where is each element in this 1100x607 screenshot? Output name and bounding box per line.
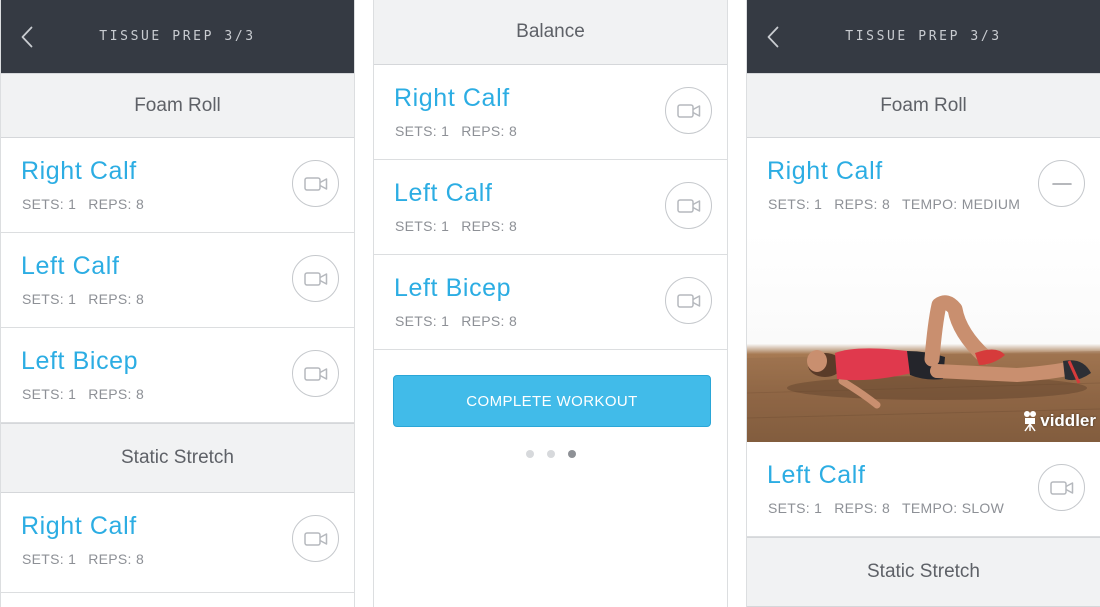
header-bar: TISSUE PREP 3/3 <box>1 0 354 73</box>
exercise-name: Left Calf <box>394 179 493 207</box>
tempo-label: TEMPO: MEDIUM <box>902 196 1021 212</box>
reps-label: REPS: 8 <box>88 551 145 567</box>
video-camera-icon <box>1049 480 1073 495</box>
reps-label: REPS: 8 <box>88 291 145 307</box>
minus-icon <box>1051 182 1072 185</box>
exercise-name: Right Calf <box>394 84 510 112</box>
page-indicator <box>374 450 727 460</box>
reps-label: REPS: 8 <box>461 123 518 139</box>
exercise-row-left-calf[interactable]: Left Calf SETS: 1 REPS: 8 <box>1 233 354 328</box>
screen-balance-complete: Balance Right Calf SETS: 1 REPS: 8 Left C… <box>373 0 728 607</box>
reps-label: REPS: 8 <box>88 196 145 212</box>
section-header-static-stretch: Static Stretch <box>1 423 354 493</box>
exercise-name: Left Calf <box>21 252 120 280</box>
play-video-button[interactable] <box>665 277 712 324</box>
play-video-button[interactable] <box>292 255 339 302</box>
watermark-text: viddler <box>1040 411 1096 430</box>
exercise-meta: SETS: 1 REPS: 8 TEMPO: SLOW <box>768 500 1004 516</box>
play-video-button[interactable] <box>1038 464 1085 511</box>
sets-label: SETS: 1 <box>395 218 450 234</box>
exercise-name: Right Calf <box>21 512 137 540</box>
section-header-foam-roll: Foam Roll <box>1 73 354 138</box>
collapse-video-button[interactable] <box>1038 160 1085 207</box>
tempo-label: TEMPO: SLOW <box>902 500 1005 516</box>
screen-tissue-prep-list: TISSUE PREP 3/3 Foam Roll Right Calf SET… <box>0 0 355 607</box>
exercise-row-right-calf-expanded[interactable]: Right Calf SETS: 1 REPS: 8 TEMPO: MEDIUM <box>747 138 1100 233</box>
exercise-name: Left Calf <box>767 461 866 489</box>
section-header-static-stretch: Static Stretch <box>747 537 1100 607</box>
exercise-row-left-calf[interactable]: Left Calf SETS: 1 REPS: 8 TEMPO: SLOW <box>747 442 1100 537</box>
exercise-row-left-calf[interactable]: Left Calf SETS: 1 REPS: 8 <box>374 160 727 255</box>
screen-tissue-prep-expanded: TISSUE PREP 3/3 Foam Roll Right Calf SET… <box>746 0 1100 607</box>
exercise-row-right-calf[interactable]: Right Calf SETS: 1 REPS: 8 <box>1 138 354 233</box>
sets-label: SETS: 1 <box>395 123 450 139</box>
video-camera-icon <box>303 531 327 546</box>
exercise-row-left-bicep[interactable]: Left Bicep SETS: 1 REPS: 8 <box>1 328 354 423</box>
section-header-balance: Balance <box>374 0 727 65</box>
page-dot[interactable] <box>546 450 555 458</box>
video-camera-icon <box>303 366 327 381</box>
sets-label: SETS: 1 <box>22 551 77 567</box>
sets-label: SETS: 1 <box>768 500 823 516</box>
play-video-button[interactable] <box>665 182 712 229</box>
video-camera-icon <box>676 103 700 118</box>
exercise-video-player[interactable]: viddler <box>747 233 1100 442</box>
page-title: TISSUE PREP 3/3 <box>845 29 1002 44</box>
exercise-meta: SETS: 1 REPS: 8 TEMPO: MEDIUM <box>768 196 1020 212</box>
exercise-row-right-calf[interactable]: Right Calf SETS: 1 REPS: 8 <box>374 65 727 160</box>
video-camera-icon <box>676 293 700 308</box>
video-camera-icon <box>303 176 327 191</box>
exercise-meta: SETS: 1 REPS: 8 <box>22 551 144 567</box>
exercise-meta: SETS: 1 REPS: 8 <box>22 386 144 402</box>
exercise-meta: SETS: 1 REPS: 8 <box>22 196 144 212</box>
video-camera-icon <box>676 198 700 213</box>
exercise-name: Right Calf <box>21 157 137 185</box>
camera-tripod-icon <box>1024 411 1037 432</box>
sets-label: SETS: 1 <box>768 196 823 212</box>
sets-label: SETS: 1 <box>22 291 77 307</box>
play-video-button[interactable] <box>665 87 712 134</box>
exercise-name: Right Calf <box>767 157 883 185</box>
video-camera-icon <box>303 271 327 286</box>
exercise-meta: SETS: 1 REPS: 8 <box>395 313 517 329</box>
exercise-row-left-bicep[interactable]: Left Bicep SETS: 1 REPS: 8 <box>374 255 727 350</box>
sets-label: SETS: 1 <box>395 313 450 329</box>
reps-label: REPS: 8 <box>834 500 891 516</box>
exercise-name: Left Bicep <box>21 347 139 375</box>
exercise-row-right-calf[interactable]: Right Calf SETS: 1 REPS: 8 <box>1 493 354 593</box>
exercise-name: Left Bicep <box>394 274 512 302</box>
header-bar: TISSUE PREP 3/3 <box>747 0 1100 73</box>
sets-label: SETS: 1 <box>22 196 77 212</box>
video-watermark: viddler <box>1022 410 1096 432</box>
play-video-button[interactable] <box>292 160 339 207</box>
section-header-foam-roll: Foam Roll <box>747 73 1100 138</box>
play-video-button[interactable] <box>292 350 339 397</box>
reps-label: REPS: 8 <box>88 386 145 402</box>
exercise-meta: SETS: 1 REPS: 8 <box>395 123 517 139</box>
complete-workout-button[interactable]: COMPLETE WORKOUT <box>393 375 711 427</box>
play-video-button[interactable] <box>292 515 339 562</box>
reps-label: REPS: 8 <box>461 218 518 234</box>
reps-label: REPS: 8 <box>461 313 518 329</box>
page-dot-active[interactable] <box>567 450 576 458</box>
sets-label: SETS: 1 <box>22 386 77 402</box>
page-dot[interactable] <box>525 450 534 458</box>
reps-label: REPS: 8 <box>834 196 891 212</box>
page-title: TISSUE PREP 3/3 <box>99 29 256 44</box>
exercise-meta: SETS: 1 REPS: 8 <box>395 218 517 234</box>
exercise-meta: SETS: 1 REPS: 8 <box>22 291 144 307</box>
